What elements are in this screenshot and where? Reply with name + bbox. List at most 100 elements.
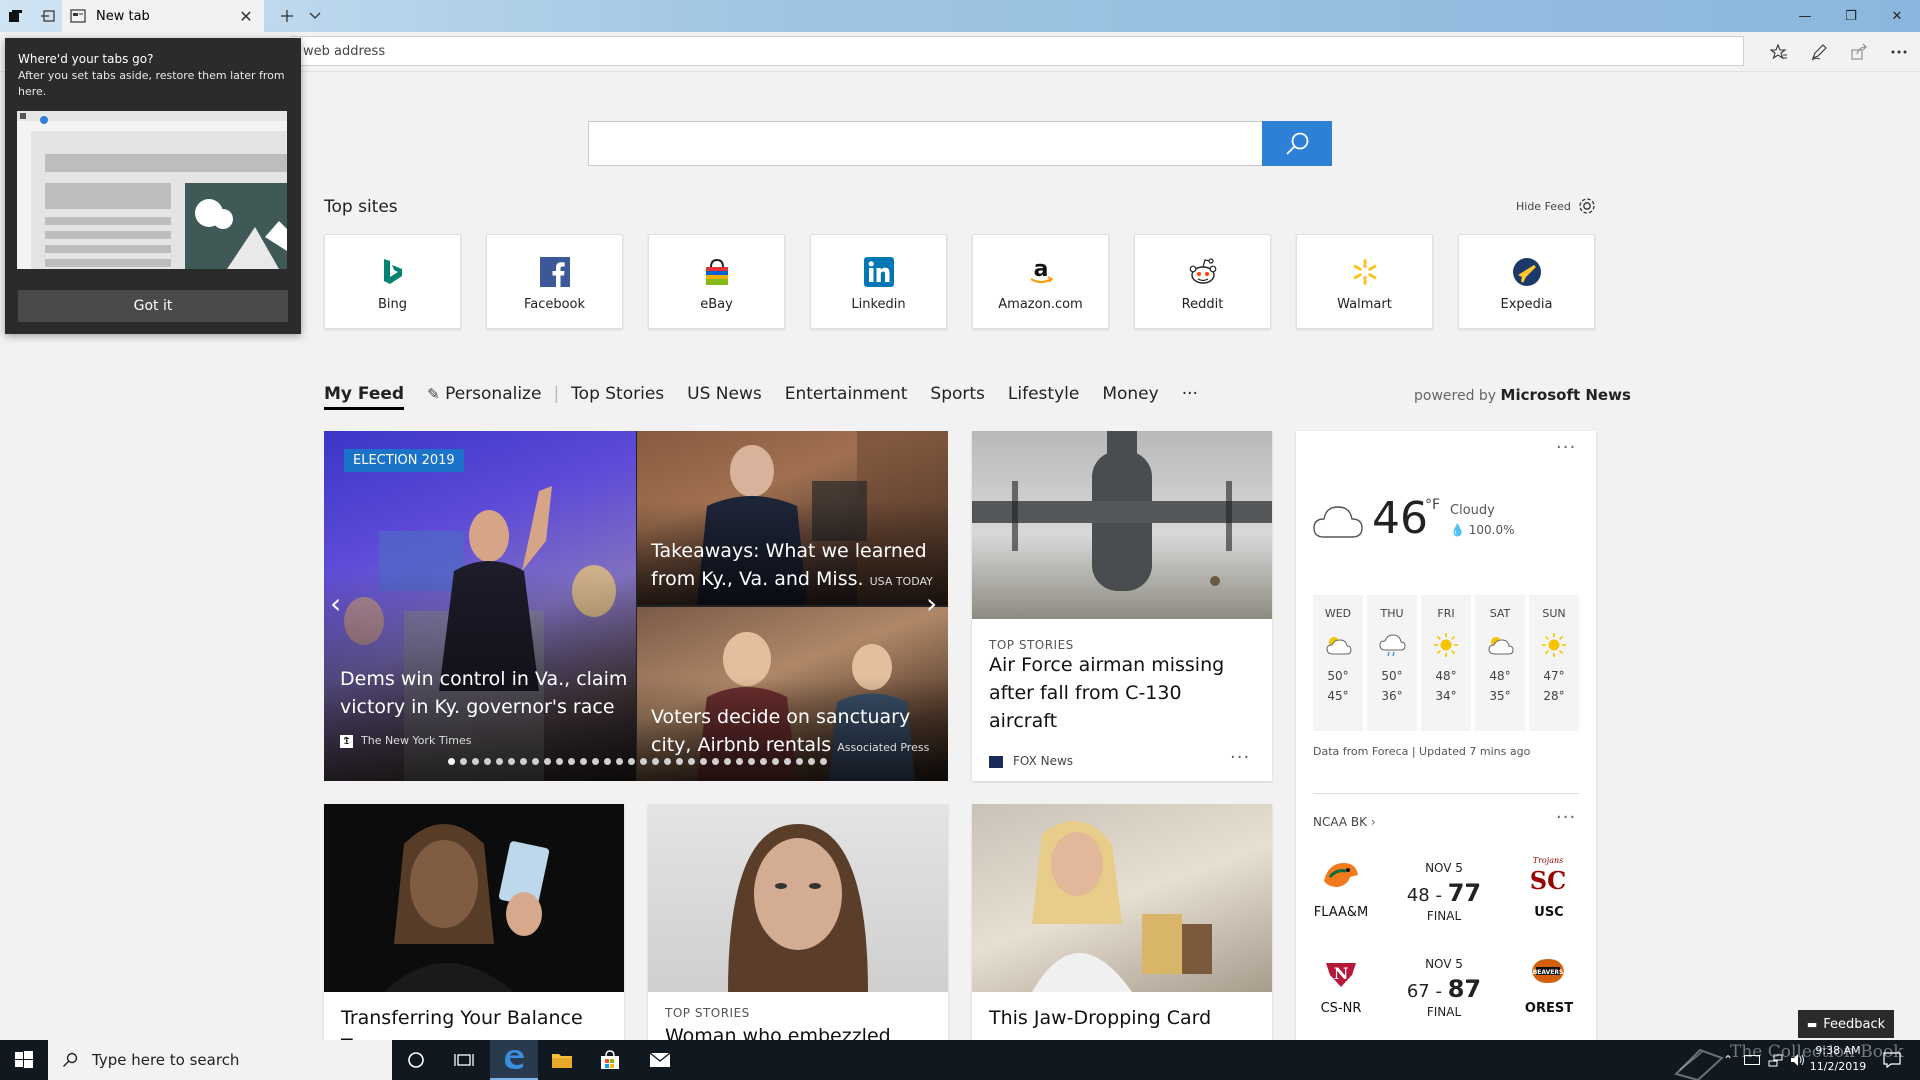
mail-icon[interactable] xyxy=(636,1040,684,1080)
search-button[interactable] xyxy=(1262,121,1332,166)
task-view-icon[interactable] xyxy=(440,1040,488,1080)
hero-bottom-right-story[interactable]: Voters decide on sanctuary city, Airbnb … xyxy=(637,607,948,781)
file-explorer-icon[interactable] xyxy=(538,1040,586,1080)
tab-personalize[interactable]: ✎ Personalize xyxy=(427,384,541,404)
more-tabs-button[interactable]: ··· xyxy=(1182,384,1198,404)
windows-start-icon[interactable] xyxy=(0,1040,48,1080)
carousel-next-arrow[interactable]: › xyxy=(926,587,937,620)
gear-icon[interactable] xyxy=(1576,195,1598,217)
carousel-dot[interactable] xyxy=(484,758,491,765)
favorites-star-icon[interactable] xyxy=(1764,38,1794,66)
carousel-dot[interactable] xyxy=(472,758,479,765)
carousel-dot[interactable] xyxy=(448,758,455,765)
carousel-dot[interactable] xyxy=(760,758,767,765)
carousel-dot[interactable] xyxy=(820,758,827,765)
carousel-dot[interactable] xyxy=(688,758,695,765)
carousel-dot[interactable] xyxy=(604,758,611,765)
story-more-icon[interactable]: ··· xyxy=(1230,747,1250,768)
close-window-button[interactable]: ✕ xyxy=(1874,0,1920,32)
story-headline[interactable]: Transferring Your Balance To xyxy=(341,1004,603,1040)
forecast-day[interactable]: FRI 48° 34° xyxy=(1421,595,1471,731)
action-center-icon[interactable] xyxy=(1872,1040,1912,1080)
carousel-dot[interactable] xyxy=(508,758,515,765)
carousel-dot[interactable] xyxy=(676,758,683,765)
carousel-dot[interactable] xyxy=(736,758,743,765)
story-card-jaw-dropping[interactable]: This Jaw-Dropping Card xyxy=(972,804,1272,1040)
story-headline[interactable]: This Jaw-Dropping Card xyxy=(989,1004,1251,1032)
carousel-dot[interactable] xyxy=(628,758,635,765)
top-site-ebay[interactable]: eBay xyxy=(648,234,785,329)
story-headline[interactable]: Air Force airman missing after fall from… xyxy=(989,651,1251,735)
restore-button[interactable]: ❐ xyxy=(1828,0,1874,32)
top-site-bing[interactable]: Bing xyxy=(324,234,461,329)
top-site-linkedin[interactable]: Linkedin xyxy=(810,234,947,329)
share-icon[interactable] xyxy=(1844,38,1874,66)
carousel-dot[interactable] xyxy=(640,758,647,765)
story-headline[interactable]: Woman who embezzled xyxy=(665,1022,927,1040)
carousel-dot[interactable] xyxy=(700,758,707,765)
story-card-embezzled[interactable]: TOP STORIES Woman who embezzled xyxy=(648,804,948,1040)
carousel-dot[interactable] xyxy=(568,758,575,765)
browser-tab[interactable]: New tab ✕ xyxy=(62,0,264,32)
search-input[interactable] xyxy=(588,121,1264,166)
keyboard-icon[interactable] xyxy=(1740,1040,1764,1080)
web-note-pen-icon[interactable] xyxy=(1804,38,1834,66)
carousel-dot[interactable] xyxy=(544,758,551,765)
tab-lifestyle[interactable]: Lifestyle xyxy=(1008,384,1079,404)
edge-taskbar-icon[interactable] xyxy=(490,1040,538,1080)
carousel-dot[interactable] xyxy=(784,758,791,765)
carousel-dot[interactable] xyxy=(520,758,527,765)
carousel-dot[interactable] xyxy=(748,758,755,765)
hero-top-right-story[interactable]: Takeaways: What we learned from Ky., Va.… xyxy=(637,431,948,605)
network-icon[interactable] xyxy=(1764,1040,1788,1080)
story-card-air-force[interactable]: TOP STORIES Air Force airman missing aft… xyxy=(972,431,1272,781)
cortana-icon[interactable] xyxy=(392,1040,440,1080)
carousel-dot[interactable] xyxy=(496,758,503,765)
carousel-dot[interactable] xyxy=(796,758,803,765)
hero-bottom-right-headline[interactable]: Voters decide on sanctuary city, Airbnb … xyxy=(651,703,941,762)
minimize-button[interactable]: — xyxy=(1782,0,1828,32)
tab-entertainment[interactable]: Entertainment xyxy=(785,384,908,404)
league-link[interactable]: NCAA BK › xyxy=(1313,815,1376,829)
top-site-reddit[interactable]: Reddit xyxy=(1134,234,1271,329)
volume-icon[interactable] xyxy=(1786,1040,1810,1080)
carousel-dot[interactable] xyxy=(724,758,731,765)
carousel-dot[interactable] xyxy=(808,758,815,765)
taskbar-clock[interactable]: 9:38 AM 11/2/2019 xyxy=(1808,1043,1868,1075)
more-settings-icon[interactable] xyxy=(1884,38,1914,66)
got-it-button[interactable]: Got it xyxy=(18,290,288,322)
sports-more-icon[interactable]: ··· xyxy=(1556,807,1576,828)
carousel-dot[interactable] xyxy=(772,758,779,765)
forecast-day[interactable]: THU 50° 36° xyxy=(1367,595,1417,731)
carousel-dot[interactable] xyxy=(532,758,539,765)
forecast-day[interactable]: SUN 47° 28° xyxy=(1529,595,1579,731)
taskbar-search-input[interactable]: Type here to search xyxy=(48,1040,392,1080)
address-input[interactable]: web address xyxy=(292,36,1744,66)
store-icon[interactable] xyxy=(586,1040,634,1080)
feedback-button[interactable]: ▬ Feedback xyxy=(1798,1010,1894,1038)
tab-sports[interactable]: Sports xyxy=(930,384,985,404)
tab-money[interactable]: Money xyxy=(1102,384,1158,404)
weather-more-icon[interactable]: ··· xyxy=(1556,437,1576,458)
forecast-day[interactable]: WED 50° 45° xyxy=(1313,595,1363,731)
hero-main-headline[interactable]: Dems win control in Va., claim victory i… xyxy=(340,665,630,721)
tabs-aside-icon[interactable] xyxy=(2,0,30,32)
tab-top-stories[interactable]: Top Stories xyxy=(571,384,664,404)
top-site-expedia[interactable]: Expedia xyxy=(1458,234,1595,329)
tab-close-icon[interactable]: ✕ xyxy=(236,7,256,26)
top-site-walmart[interactable]: Walmart xyxy=(1296,234,1433,329)
carousel-dot[interactable] xyxy=(652,758,659,765)
hide-feed-link[interactable]: Hide Feed xyxy=(1516,200,1571,213)
carousel-dot[interactable] xyxy=(460,758,467,765)
story-card-balance[interactable]: Transferring Your Balance To xyxy=(324,804,624,1040)
carousel-prev-arrow[interactable]: ‹ xyxy=(330,587,341,620)
carousel-dot[interactable] xyxy=(556,758,563,765)
carousel-dot[interactable] xyxy=(664,758,671,765)
top-site-amazon[interactable]: a Amazon.com xyxy=(972,234,1109,329)
tab-preview-chevron-down-icon[interactable] xyxy=(300,0,330,32)
show-hidden-icons-chevron-up-icon[interactable]: ⌃ xyxy=(1716,1040,1740,1080)
tab-us-news[interactable]: US News xyxy=(687,384,762,404)
tab-my-feed[interactable]: My Feed xyxy=(324,384,405,410)
top-site-facebook[interactable]: Facebook xyxy=(486,234,623,329)
new-tab-icon[interactable] xyxy=(272,0,302,32)
